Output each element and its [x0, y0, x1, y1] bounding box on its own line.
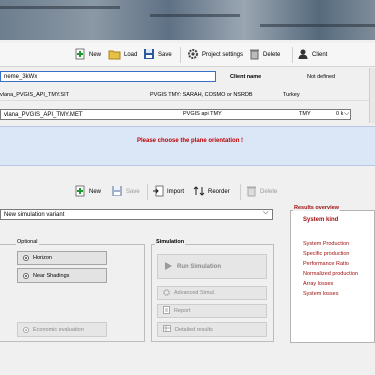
variant-selected: New simulation variant: [4, 212, 65, 218]
system-kind-label: System kind: [303, 217, 339, 223]
site-country: Turkey: [283, 92, 300, 98]
save-project-button[interactable]: Save: [143, 47, 172, 63]
site-file[interactable]: vlana_PVGIS_API_TMY.SIT: [0, 92, 69, 98]
horizon-button[interactable]: Horizon: [17, 251, 107, 265]
load-project-button[interactable]: Load: [108, 47, 137, 63]
reorder-variant-button[interactable]: Reorder: [193, 184, 230, 200]
project-toolbar: New Load Save Project settings Delete Cl…: [0, 43, 375, 67]
floppy-disk-icon: [143, 48, 155, 62]
radio-indicator-icon: [23, 326, 29, 333]
delete-project-label: Delete: [263, 52, 281, 58]
detailed-results-label: Detailed results: [175, 326, 213, 333]
client-button[interactable]: Client: [297, 47, 327, 63]
reorder-variant-label: Reorder: [208, 189, 230, 195]
import-variant-label: Import: [167, 189, 185, 195]
load-project-label: Load: [124, 52, 138, 58]
variant-toolbar: New Save Import Reorder Delete: [0, 181, 290, 203]
table-icon: [163, 325, 171, 334]
horizon-label: Horizon: [33, 255, 52, 261]
report-button[interactable]: Report: [157, 304, 267, 318]
result-item: Performance Ratio: [303, 261, 349, 267]
chevron-down-icon[interactable]: ⌵: [344, 110, 349, 118]
report-label: Report: [174, 308, 191, 314]
new-variant-button[interactable]: New: [74, 184, 101, 200]
project-settings-button[interactable]: Project settings: [187, 47, 243, 63]
meteo-source: PVGIS api TMY: [183, 111, 222, 117]
economic-evaluation-label: Economic evaluation: [33, 326, 84, 333]
import-icon: [152, 185, 164, 199]
person-icon: [297, 48, 309, 62]
advanced-simulation-button[interactable]: Advanced Simul.: [157, 286, 267, 300]
delete-variant-label: Delete: [260, 189, 278, 195]
delete-variant-button[interactable]: Delete: [246, 184, 277, 200]
result-item: Array losses: [303, 281, 334, 287]
radio-indicator-icon: [23, 272, 29, 279]
simulation-group-title: Simulation: [155, 239, 186, 245]
result-item: System Production: [303, 241, 350, 247]
orientation-warning: Please choose the plane orientation !: [137, 138, 244, 144]
trash-icon: [246, 185, 257, 199]
delete-project-button[interactable]: Delete: [249, 47, 280, 63]
results-overview-title: Results overview: [293, 205, 340, 211]
run-simulation-button[interactable]: Run Simulation: [157, 254, 267, 279]
new-document-icon: [74, 48, 86, 62]
background-photo-strip: [0, 0, 375, 40]
client-label: Client: [312, 52, 328, 58]
report-icon: [163, 306, 170, 316]
advanced-simulation-label: Advanced Simul.: [174, 290, 216, 296]
project-name-field[interactable]: neme_3kWx: [0, 71, 216, 82]
message-band: Please choose the plane orientation !: [0, 126, 375, 166]
site-source: PVGIS TMY: SARAH, COSMO or NSRDB: [150, 92, 253, 98]
new-project-button[interactable]: New: [74, 47, 101, 63]
optional-group-title: Optional: [16, 239, 39, 245]
client-name-value: Not defined: [307, 74, 336, 80]
result-item: Normalized production: [303, 271, 359, 277]
new-project-label: New: [89, 52, 102, 58]
near-shadings-button[interactable]: Near Shadings: [17, 268, 107, 283]
client-name-label: Client name: [230, 74, 262, 80]
result-item: Specific production: [303, 251, 350, 257]
gear-icon: [163, 288, 170, 298]
floppy-disk-icon: [111, 185, 123, 199]
variant-selector[interactable]: New simulation variant: [0, 209, 273, 220]
save-variant-button[interactable]: Save: [111, 184, 140, 200]
trash-icon: [249, 48, 260, 62]
new-document-icon: [74, 185, 86, 199]
save-variant-label: Save: [126, 189, 140, 195]
result-item: System losses: [303, 291, 339, 297]
meteo-file: vlana_PVGIS_API_TMY.MET: [4, 112, 83, 118]
gear-icon: [187, 48, 199, 62]
project-settings-label: Project settings: [202, 52, 244, 58]
import-variant-button[interactable]: Import: [152, 184, 184, 200]
meteo-extra: 0 k: [336, 111, 344, 117]
right-scrollbar[interactable]: [369, 68, 375, 123]
near-shadings-label: Near Shadings: [33, 272, 70, 279]
reorder-arrows-icon: [193, 185, 205, 199]
chevron-down-icon[interactable]: ⌵: [263, 209, 268, 217]
economic-evaluation-button[interactable]: Economic evaluation: [17, 322, 107, 337]
play-icon: [164, 261, 173, 273]
radio-indicator-icon: [23, 255, 29, 261]
folder-icon: [108, 48, 121, 62]
detailed-results-button[interactable]: Detailed results: [157, 322, 267, 337]
meteo-type: TMY: [299, 111, 311, 117]
new-variant-label: New: [89, 189, 102, 195]
run-simulation-label: Run Simulation: [177, 263, 221, 270]
save-project-label: Save: [158, 52, 172, 58]
